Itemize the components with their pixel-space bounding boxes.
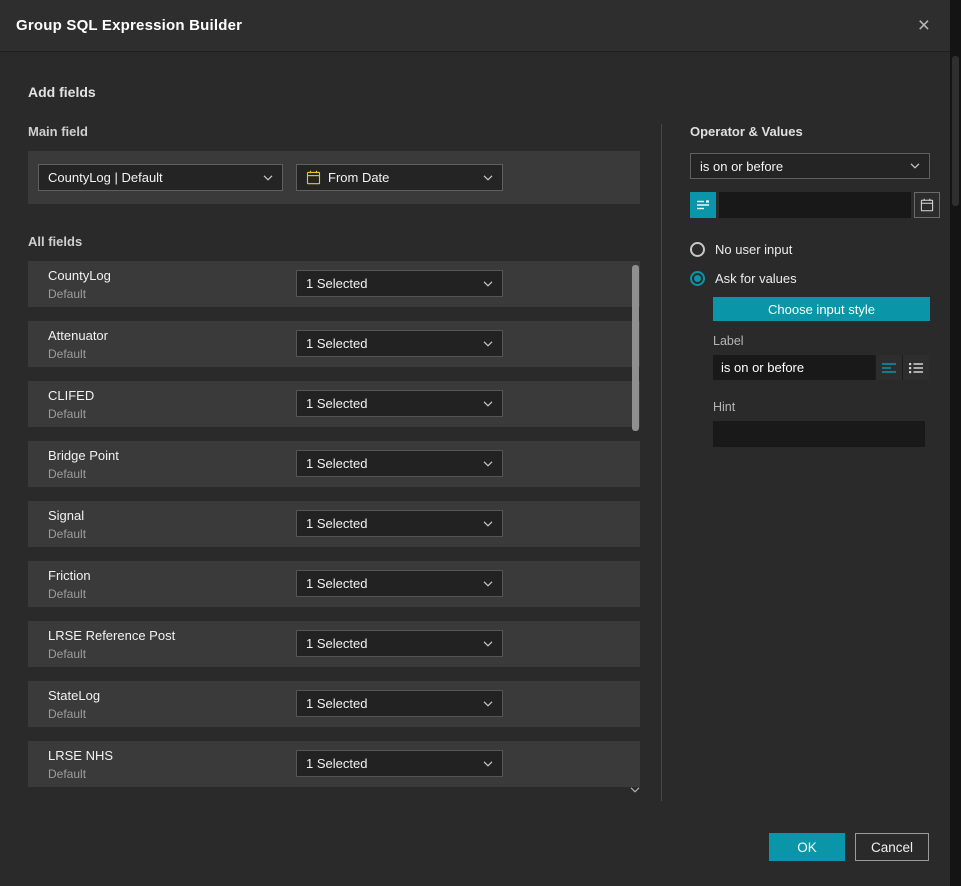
field-selected-dropdown[interactable]: 1 Selected xyxy=(296,330,503,357)
field-selected-dropdown-label: 1 Selected xyxy=(306,696,367,711)
chevron-down-icon xyxy=(483,461,493,467)
dialog-footer: OK Cancel xyxy=(0,833,950,886)
chevron-down-icon xyxy=(483,401,493,407)
chevron-down-icon xyxy=(483,581,493,587)
date-picker-button[interactable] xyxy=(914,192,940,218)
field-selected-dropdown[interactable]: 1 Selected xyxy=(296,750,503,777)
radio-unselected-icon xyxy=(690,242,705,257)
ask-values-options: Choose input style Label Hint xyxy=(713,297,930,447)
field-selected-dropdown-label: 1 Selected xyxy=(306,456,367,471)
values-mode-icon xyxy=(696,198,710,212)
field-row: StateLog Default 1 Selected xyxy=(28,681,640,727)
field-row: CLIFED Default 1 Selected xyxy=(28,381,640,427)
dialog-header: Group SQL Expression Builder × xyxy=(0,0,950,52)
content: Main field CountyLog | Default From Date… xyxy=(28,124,950,801)
main-field-select-value: From Date xyxy=(328,170,389,185)
hint-caption: Hint xyxy=(713,400,930,414)
close-icon[interactable]: × xyxy=(914,13,934,38)
field-row: Bridge Point Default 1 Selected xyxy=(28,441,640,487)
field-row: Signal Default 1 Selected xyxy=(28,501,640,547)
field-selected-dropdown-label: 1 Selected xyxy=(306,636,367,651)
chevron-down-icon xyxy=(483,641,493,647)
field-selected-dropdown[interactable]: 1 Selected xyxy=(296,570,503,597)
field-row: Attenuator Default 1 Selected xyxy=(28,321,640,367)
radio-ask-for-values[interactable]: Ask for values xyxy=(690,271,930,286)
page-scrollbar-thumb[interactable] xyxy=(952,56,959,206)
field-row: LRSE Reference Post Default 1 Selected xyxy=(28,621,640,667)
label-caption: Label xyxy=(713,334,930,348)
field-row: CountyLog Default 1 Selected xyxy=(28,261,640,307)
main-field-select[interactable]: From Date xyxy=(296,164,503,191)
calendar-icon xyxy=(306,170,321,185)
field-selected-dropdown-label: 1 Selected xyxy=(306,756,367,771)
radio-no-user-input-label: No user input xyxy=(715,242,792,257)
chevron-down-icon xyxy=(263,175,273,181)
field-selected-dropdown[interactable]: 1 Selected xyxy=(296,690,503,717)
field-selected-dropdown-label: 1 Selected xyxy=(306,576,367,591)
field-selected-dropdown-label: 1 Selected xyxy=(306,396,367,411)
value-input[interactable] xyxy=(719,192,911,218)
single-line-input-icon xyxy=(882,362,896,374)
list-input-icon xyxy=(909,362,923,374)
layer-select[interactable]: CountyLog | Default xyxy=(38,164,283,191)
user-input-radios: No user input Ask for values xyxy=(690,242,930,286)
main-field-label: Main field xyxy=(28,124,640,139)
all-fields-label: All fields xyxy=(28,234,640,249)
fields-list: CountyLog Default 1 Selected Attenuator … xyxy=(28,261,640,787)
group-sql-expression-builder-dialog: Group SQL Expression Builder × Add field… xyxy=(0,0,950,886)
main-field-panel: CountyLog | Default From Date xyxy=(28,151,640,204)
vertical-divider xyxy=(661,124,662,801)
dialog-body: Add fields Main field CountyLog | Defaul… xyxy=(0,52,950,833)
field-selected-dropdown-label: 1 Selected xyxy=(306,516,367,531)
chevron-down-icon xyxy=(910,163,920,169)
scroll-down-chevron-icon[interactable] xyxy=(630,787,640,793)
single-line-style-button[interactable] xyxy=(875,355,902,380)
field-selected-dropdown[interactable]: 1 Selected xyxy=(296,270,503,297)
operator-values-title: Operator & Values xyxy=(690,124,930,139)
operator-values-panel: Operator & Values is on or before xyxy=(690,124,930,801)
label-row xyxy=(713,355,930,380)
operator-select-value: is on or before xyxy=(700,159,783,174)
radio-ask-for-values-label: Ask for values xyxy=(715,271,797,286)
value-row xyxy=(690,192,930,218)
page-scrollbar[interactable] xyxy=(950,0,961,886)
field-selected-dropdown[interactable]: 1 Selected xyxy=(296,510,503,537)
field-row: LRSE NHS Default 1 Selected xyxy=(28,741,640,787)
left-column: Main field CountyLog | Default From Date… xyxy=(28,124,640,801)
cancel-button[interactable]: Cancel xyxy=(855,833,929,861)
field-selected-dropdown-label: 1 Selected xyxy=(306,336,367,351)
field-row: Friction Default 1 Selected xyxy=(28,561,640,607)
chevron-down-icon xyxy=(483,521,493,527)
chevron-down-icon xyxy=(483,281,493,287)
operator-select[interactable]: is on or before xyxy=(690,153,930,179)
field-selected-dropdown[interactable]: 1 Selected xyxy=(296,390,503,417)
radio-no-user-input[interactable]: No user input xyxy=(690,242,930,257)
hint-input[interactable] xyxy=(713,421,925,447)
chevron-down-icon xyxy=(483,761,493,767)
choose-input-style-button[interactable]: Choose input style xyxy=(713,297,930,321)
list-style-button[interactable] xyxy=(902,355,929,380)
chevron-down-icon xyxy=(483,175,493,181)
field-selected-dropdown-label: 1 Selected xyxy=(306,276,367,291)
chevron-down-icon xyxy=(483,341,493,347)
values-mode-button[interactable] xyxy=(690,192,716,218)
label-input[interactable] xyxy=(713,355,875,380)
add-fields-heading: Add fields xyxy=(28,84,950,100)
dialog-title: Group SQL Expression Builder xyxy=(16,17,914,34)
field-selected-dropdown[interactable]: 1 Selected xyxy=(296,630,503,657)
ok-button[interactable]: OK xyxy=(769,833,845,861)
calendar-icon xyxy=(920,198,934,212)
layer-select-value: CountyLog | Default xyxy=(48,170,163,185)
fields-list-scrollbar[interactable] xyxy=(632,265,639,431)
radio-selected-icon xyxy=(690,271,705,286)
field-selected-dropdown[interactable]: 1 Selected xyxy=(296,450,503,477)
chevron-down-icon xyxy=(483,701,493,707)
